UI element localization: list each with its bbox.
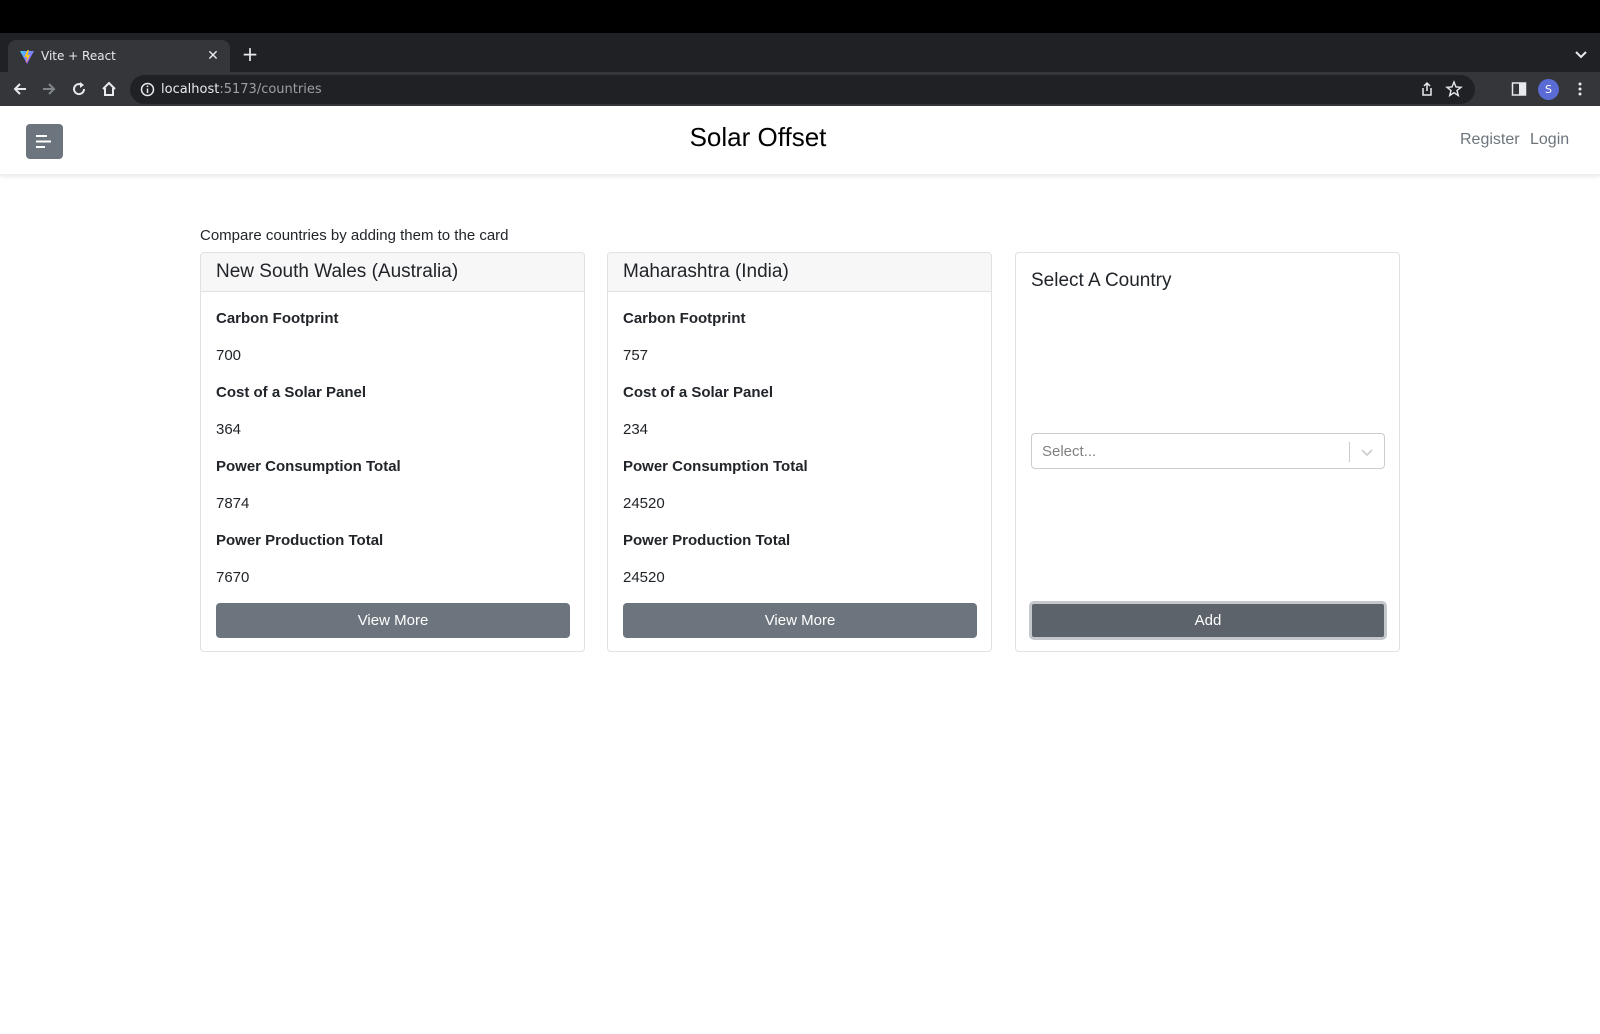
browser-menu-dots-icon[interactable] (1572, 81, 1588, 97)
site-title: Solar Offset (689, 122, 827, 152)
metric-value: 24520 (623, 495, 665, 512)
browser-tab[interactable]: Vite + React ✕ (8, 40, 230, 72)
back-arrow-icon[interactable] (11, 80, 29, 98)
login-link[interactable]: Login (1530, 131, 1569, 149)
close-tab-icon[interactable]: ✕ (204, 46, 222, 64)
metric-value: 700 (216, 347, 242, 364)
tab-title: Vite + React (41, 49, 116, 63)
country-card-title: Maharashtra (India) (608, 253, 991, 292)
country-card: Maharashtra (India) Carbon Footprint 757… (607, 252, 992, 652)
metric-value: 24520 (623, 569, 665, 586)
browser-toolbar: localhost:5173/countries S (0, 72, 1600, 106)
profile-avatar[interactable]: S (1538, 79, 1559, 100)
metric-value: 234 (623, 421, 649, 438)
select-separator (1349, 442, 1350, 462)
tab-search-chevron-icon[interactable] (1572, 45, 1590, 63)
metric-label: Power Consumption Total (623, 458, 808, 475)
metric-label: Carbon Footprint (216, 310, 339, 327)
metric-label: Power Production Total (216, 532, 384, 549)
view-more-button[interactable]: View More (623, 603, 977, 638)
country-card-body: Carbon Footprint 700 Cost of a Solar Pan… (201, 292, 584, 588)
side-panel-icon[interactable] (1511, 81, 1527, 97)
url-host: localhost (161, 82, 220, 97)
metric-label: Carbon Footprint (623, 310, 746, 327)
select-placeholder: Select... (1042, 443, 1097, 460)
register-link[interactable]: Register (1460, 131, 1520, 149)
country-card-body: Carbon Footprint 757 Cost of a Solar Pan… (608, 292, 991, 588)
vite-logo-icon (20, 50, 34, 64)
home-icon[interactable] (100, 80, 118, 98)
metric-value: 7670 (216, 569, 250, 586)
country-card-title: New South Wales (Australia) (201, 253, 584, 292)
site-info-icon[interactable] (140, 82, 155, 97)
new-tab-icon[interactable]: + (240, 44, 260, 64)
share-icon[interactable] (1419, 81, 1435, 97)
metric-label: Cost of a Solar Panel (623, 384, 774, 401)
metric-value: 7874 (216, 495, 250, 512)
metric-label: Cost of a Solar Panel (216, 384, 367, 401)
reload-icon[interactable] (70, 80, 88, 98)
tab-strip: Vite + React ✕ + (0, 33, 1600, 72)
view-more-button[interactable]: View More (216, 603, 570, 638)
address-bar[interactable]: localhost:5173/countries (130, 75, 1475, 104)
forward-arrow-icon[interactable] (40, 80, 58, 98)
url-text: localhost:5173/countries (161, 82, 322, 97)
selector-title: Select A Country (1031, 270, 1172, 291)
chevron-down-icon[interactable] (1360, 445, 1374, 459)
metric-value: 364 (216, 421, 242, 438)
add-country-button[interactable]: Add (1029, 601, 1387, 640)
country-select[interactable]: Select... (1031, 433, 1385, 469)
intro-text: Compare countries by adding them to the … (200, 227, 509, 244)
country-card: New South Wales (Australia) Carbon Footp… (200, 252, 585, 652)
country-selector-card: Select A Country Select... Add (1015, 252, 1400, 652)
app-navbar: Solar Offset Register Login (0, 106, 1600, 175)
screen-top-bar (0, 0, 1600, 33)
metric-label: Power Production Total (623, 532, 791, 549)
metric-value: 757 (623, 347, 649, 364)
url-path: :5173/countries (219, 82, 322, 97)
bookmark-star-icon[interactable] (1445, 80, 1463, 98)
metric-label: Power Consumption Total (216, 458, 401, 475)
